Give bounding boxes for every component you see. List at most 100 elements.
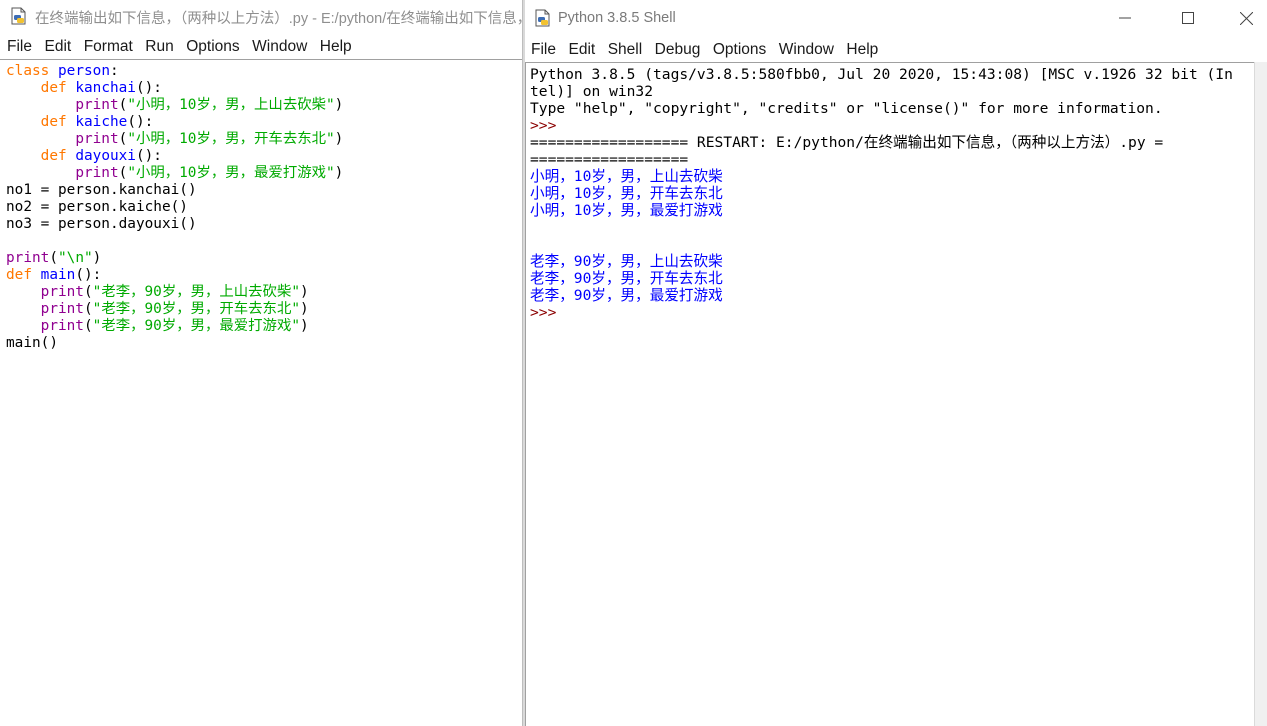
code-token-kw: def <box>6 267 32 283</box>
editor-menu-options[interactable]: Options <box>186 34 239 59</box>
shell-output[interactable]: Python 3.8.5 (tags/v3.8.5:580fbb0, Jul 2… <box>530 66 1233 321</box>
code-token-std: : <box>109 63 119 79</box>
shell-menu-debug[interactable]: Debug <box>655 37 701 62</box>
code-token-def-name: kanchai <box>75 80 136 96</box>
shell-line: 老李，90岁，男，开车去东北 <box>530 270 723 287</box>
editor-menu-edit[interactable]: Edit <box>44 34 71 59</box>
minimize-button[interactable] <box>1096 0 1154 36</box>
code-line: print("老李，90岁，男，开车去东北") <box>6 301 343 318</box>
code-token-str: "小明，10岁，男，上山去砍柴" <box>127 97 335 113</box>
code-token-builtin: print <box>40 318 84 334</box>
shell-line: ================== <box>530 151 689 168</box>
code-token-str: "老李，90岁，男，开车去东北" <box>92 301 301 317</box>
code-token-std: ( <box>83 301 93 317</box>
code-token-builtin: print <box>75 97 119 113</box>
shell-line: tel)] on win32 <box>530 83 654 100</box>
code-token-def-name: kaiche <box>75 114 128 130</box>
code-token-def-name: main <box>40 267 76 283</box>
code-token-builtin: print <box>75 165 119 181</box>
code-token-kw: def <box>40 148 67 164</box>
code-token-builtin: print <box>6 250 50 266</box>
editor-menu-run[interactable]: Run <box>145 34 173 59</box>
editor-titlebar[interactable]: 在终端输出如下信息，（两种以上方法）.py - E:/python/在终端输出如… <box>0 0 523 34</box>
close-button[interactable] <box>1217 0 1267 36</box>
editor-menu-help[interactable]: Help <box>320 34 352 59</box>
code-line: print("小明，10岁，男，最爱打游戏") <box>6 165 343 182</box>
shell-line: 老李，90岁，男，上山去砍柴 <box>530 253 723 270</box>
code-line: main() <box>6 335 343 352</box>
code-token-builtin: print <box>75 131 119 147</box>
code-token-str: "老李，90岁，男，上山去砍柴" <box>92 284 301 300</box>
code-token-std: ) <box>334 97 344 113</box>
shell-menubar: File Edit Shell Debug Options Window Help <box>525 36 1267 62</box>
code-token-std: ) <box>334 131 344 147</box>
shell-title: Python 3.8.5 Shell <box>558 10 676 26</box>
code-line: no2 = person.kaiche() <box>6 199 343 216</box>
shell-line: 小明，10岁，男，上山去砍柴 <box>530 168 723 185</box>
shell-menu-options[interactable]: Options <box>713 37 766 62</box>
code-token-std: no3 = person.dayouxi() <box>6 216 197 232</box>
shell-prompt: >>> <box>530 304 566 321</box>
idle-shell-icon <box>534 9 552 27</box>
code-token-std: (): <box>135 148 162 164</box>
maximize-icon <box>1182 12 1194 24</box>
shell-titlebar[interactable]: Python 3.8.5 Shell <box>525 0 1267 36</box>
code-token-std: ) <box>92 250 102 266</box>
shell-menu-help[interactable]: Help <box>846 37 878 62</box>
editor-menubar: File Edit Format Run Options Window Help <box>0 34 523 59</box>
code-token-std: ( <box>83 284 93 300</box>
editor-menu-file[interactable]: File <box>7 34 32 59</box>
code-token-std: ( <box>49 250 58 266</box>
shell-line: ================== RESTART: E:/python/在终… <box>530 134 1164 151</box>
editor-menu-window[interactable]: Window <box>252 34 307 59</box>
shell-scrollbar[interactable] <box>1254 62 1267 726</box>
code-line: def kanchai(): <box>6 80 343 97</box>
shell-menu-window[interactable]: Window <box>779 37 834 62</box>
code-line: no3 = person.dayouxi() <box>6 216 343 233</box>
code-token-str: "小明，10岁，男，最爱打游戏" <box>127 165 335 181</box>
code-line: print("\n") <box>6 250 343 267</box>
shell-menu-edit[interactable]: Edit <box>568 37 595 62</box>
code-token-builtin: print <box>40 301 84 317</box>
code-token-def-name: person <box>58 63 110 79</box>
shell-line: 小明，10岁，男，最爱打游戏 <box>530 202 723 219</box>
code-token-std: ) <box>300 284 309 300</box>
code-token-str: "\n" <box>58 250 93 266</box>
minimize-icon <box>1119 12 1131 24</box>
code-token-std: no1 = person.kanchai() <box>6 182 197 198</box>
editor-title: 在终端输出如下信息，（两种以上方法）.py - E:/python/在终端输出如… <box>35 11 523 27</box>
shell-line: 老李，90岁，男，最爱打游戏 <box>530 287 723 304</box>
code-token-std: ( <box>83 318 93 334</box>
code-line: def kaiche(): <box>6 114 343 131</box>
code-token-std: ) <box>334 165 344 181</box>
shell-menu-file[interactable]: File <box>531 37 556 62</box>
shell-menu-shell[interactable]: Shell <box>608 37 642 62</box>
maximize-button[interactable] <box>1159 0 1217 36</box>
code-token-std: main() <box>6 335 58 351</box>
code-token-std: ) <box>300 301 309 317</box>
code-token-kw: class <box>6 63 50 79</box>
editor-code[interactable]: class person: def kanchai(): print("小明，1… <box>6 63 343 352</box>
code-line: print("小明，10岁，男，上山去砍柴") <box>6 97 343 114</box>
code-token-builtin: print <box>40 284 84 300</box>
shell-text-area[interactable]: Python 3.8.5 (tags/v3.8.5:580fbb0, Jul 2… <box>525 62 1267 726</box>
shell-line: Type "help", "copyright", "credits" or "… <box>530 100 1163 117</box>
shell-prompt: >>> <box>530 117 566 134</box>
close-icon <box>1239 11 1253 25</box>
code-token-str: "老李，90岁，男，最爱打游戏" <box>92 318 301 334</box>
code-line: class person: <box>6 63 343 80</box>
code-token-std: ( <box>118 97 128 113</box>
code-line: print("老李，90岁，男，最爱打游戏") <box>6 318 343 335</box>
editor-text-area[interactable]: class person: def kanchai(): print("小明，1… <box>0 59 523 726</box>
editor-window: 在终端输出如下信息，（两种以上方法）.py - E:/python/在终端输出如… <box>0 0 523 726</box>
editor-menu-format[interactable]: Format <box>84 34 133 59</box>
